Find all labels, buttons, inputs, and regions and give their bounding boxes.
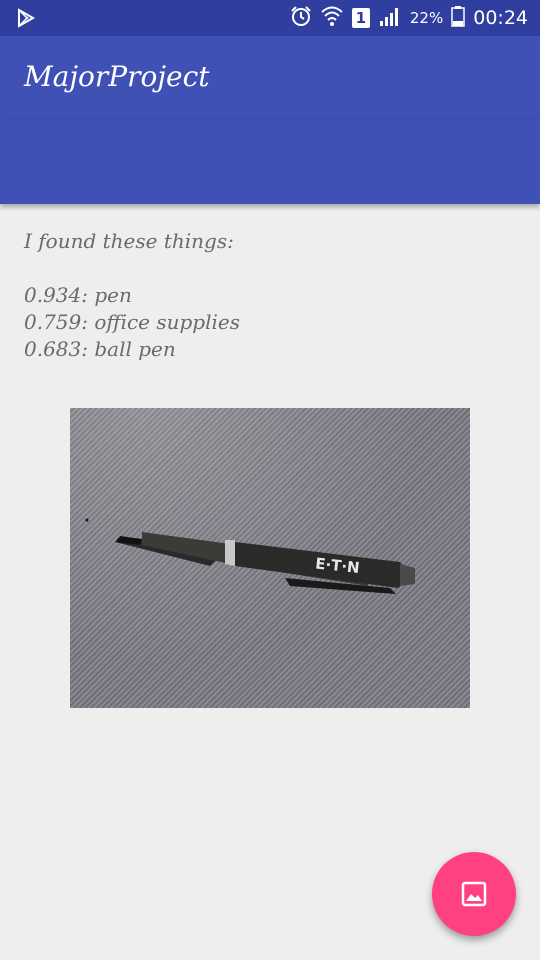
clock: 00:24: [473, 7, 528, 29]
result-item: 0.683: ball pen: [24, 337, 176, 361]
pen-image: E·T·N: [85, 518, 415, 594]
play-store-icon: [16, 0, 36, 36]
battery-icon: [451, 5, 465, 32]
app-title: MajorProject: [24, 60, 210, 93]
status-icons: 1 22% 00:24: [290, 0, 528, 36]
result-item: 0.934: pen: [24, 283, 132, 307]
battery-percent: 22%: [409, 9, 444, 27]
results-text: I found these things: 0.934: pen 0.759: …: [24, 228, 516, 363]
signal-icon: [378, 5, 402, 32]
app-toolbar: MajorProject: [0, 36, 540, 120]
image-icon: [461, 881, 487, 907]
results-heading: I found these things:: [24, 229, 234, 253]
status-bar: 1 22% 00:24: [0, 0, 540, 36]
app-bar-extension: [0, 120, 540, 204]
alarm-icon: [290, 5, 312, 32]
result-item: 0.759: office supplies: [24, 310, 240, 334]
wifi-icon: [320, 5, 344, 32]
pick-image-button[interactable]: [432, 852, 516, 936]
analyzed-photo: E·T·N: [70, 408, 470, 708]
sim-badge: 1: [351, 8, 370, 28]
